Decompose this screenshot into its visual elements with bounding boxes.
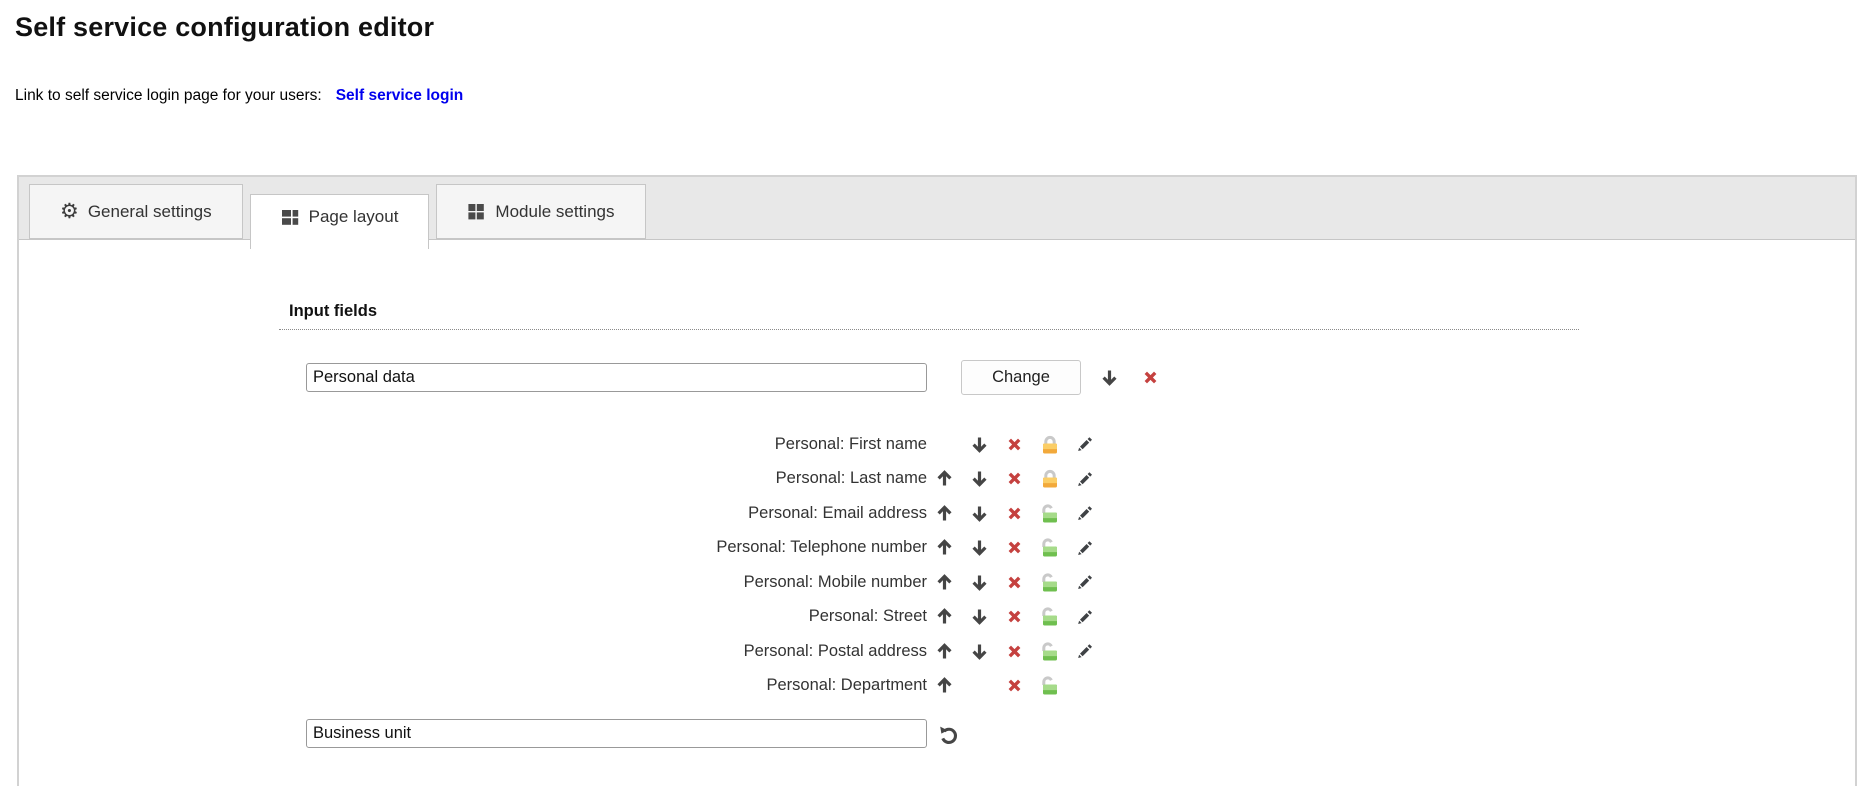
field-label: Personal: Last name: [279, 469, 927, 488]
edit-icon[interactable]: [1072, 466, 1098, 492]
field-label: Personal: Department: [279, 676, 927, 695]
delete-icon[interactable]: [1002, 431, 1028, 457]
edit-icon[interactable]: [1072, 638, 1098, 664]
field-label: Personal: Street: [279, 607, 927, 626]
field-row: Personal: Mobile number: [279, 565, 1579, 600]
group-name-input[interactable]: [306, 363, 927, 392]
edit-icon[interactable]: [1072, 604, 1098, 630]
tab-label: Module settings: [495, 202, 614, 222]
input-fields-section: Input fields Change Personal: First name: [279, 302, 1579, 748]
move-up-icon[interactable]: [932, 569, 958, 595]
lock-open-icon[interactable]: [1037, 569, 1063, 595]
delete-icon[interactable]: [1002, 638, 1028, 664]
lock-open-icon[interactable]: [1037, 604, 1063, 630]
move-down-icon[interactable]: [967, 431, 993, 457]
modules-grid-icon: [467, 202, 486, 221]
tab-label: Page layout: [309, 207, 399, 227]
move-up-icon[interactable]: [932, 604, 958, 630]
edit-icon[interactable]: [1072, 535, 1098, 561]
edit-icon[interactable]: [1072, 569, 1098, 595]
gear-icon: ⚙: [60, 201, 79, 222]
move-down-icon[interactable]: [967, 604, 993, 630]
field-label: Personal: Postal address: [279, 642, 927, 661]
field-row: Personal: Street: [279, 600, 1579, 635]
field-row: Personal: Email address: [279, 496, 1579, 531]
tab-bar: ⚙ General settings Page layout Module se…: [19, 177, 1855, 240]
section-title: Input fields: [279, 302, 1579, 330]
field-row: Personal: Department: [279, 669, 1579, 704]
move-group-down-icon[interactable]: [1096, 365, 1122, 391]
undo-arrow-icon[interactable]: [936, 721, 962, 747]
field-row: Personal: First name: [279, 427, 1579, 462]
lock-open-icon[interactable]: [1037, 638, 1063, 664]
tab-general-settings[interactable]: ⚙ General settings: [29, 184, 243, 239]
move-down-icon[interactable]: [967, 466, 993, 492]
lock-open-icon[interactable]: [1037, 535, 1063, 561]
delete-icon[interactable]: [1002, 466, 1028, 492]
lock-open-icon[interactable]: [1037, 500, 1063, 526]
delete-icon[interactable]: [1002, 535, 1028, 561]
page-title: Self service configuration editor: [15, 12, 1874, 43]
tab-page-layout[interactable]: Page layout: [250, 194, 430, 249]
tab-module-settings[interactable]: Module settings: [436, 184, 645, 239]
move-down-icon[interactable]: [967, 500, 993, 526]
change-button[interactable]: Change: [961, 360, 1081, 395]
delete-group-icon[interactable]: [1137, 365, 1163, 391]
group-header-row: Change: [279, 360, 1579, 395]
move-up-icon[interactable]: [932, 466, 958, 492]
lock-open-icon[interactable]: [1037, 673, 1063, 699]
self-service-login-link[interactable]: Self service login: [336, 87, 464, 104]
new-group-row: [279, 719, 1579, 748]
new-group-name-input[interactable]: [306, 719, 927, 748]
delete-icon[interactable]: [1002, 604, 1028, 630]
configuration-panel: ⚙ General settings Page layout Module se…: [17, 175, 1857, 786]
move-up-icon[interactable]: [932, 535, 958, 561]
tab-label: General settings: [88, 202, 212, 222]
login-link-label: Link to self service login page for your…: [15, 87, 322, 104]
move-up-icon[interactable]: [932, 638, 958, 664]
lock-closed-icon[interactable]: [1037, 466, 1063, 492]
move-down-icon[interactable]: [967, 638, 993, 664]
move-down-icon[interactable]: [967, 569, 993, 595]
edit-icon[interactable]: [1072, 431, 1098, 457]
move-up-icon[interactable]: [932, 673, 958, 699]
lock-closed-icon[interactable]: [1037, 431, 1063, 457]
field-label: Personal: Email address: [279, 504, 927, 523]
field-row: Personal: Last name: [279, 462, 1579, 497]
field-label: Personal: First name: [279, 435, 927, 454]
field-label: Personal: Mobile number: [279, 573, 927, 592]
field-rows: Personal: First name Personal: Last name…: [279, 427, 1579, 703]
delete-icon[interactable]: [1002, 673, 1028, 699]
move-down-icon[interactable]: [967, 535, 993, 561]
edit-icon[interactable]: [1072, 500, 1098, 526]
field-row: Personal: Telephone number: [279, 531, 1579, 566]
move-up-icon[interactable]: [932, 500, 958, 526]
field-row: Personal: Postal address: [279, 634, 1579, 669]
layout-grid-icon: [281, 208, 300, 227]
field-label: Personal: Telephone number: [279, 538, 927, 557]
page-layout-content: Input fields Change Personal: First name: [19, 240, 1855, 786]
delete-icon[interactable]: [1002, 569, 1028, 595]
delete-icon[interactable]: [1002, 500, 1028, 526]
